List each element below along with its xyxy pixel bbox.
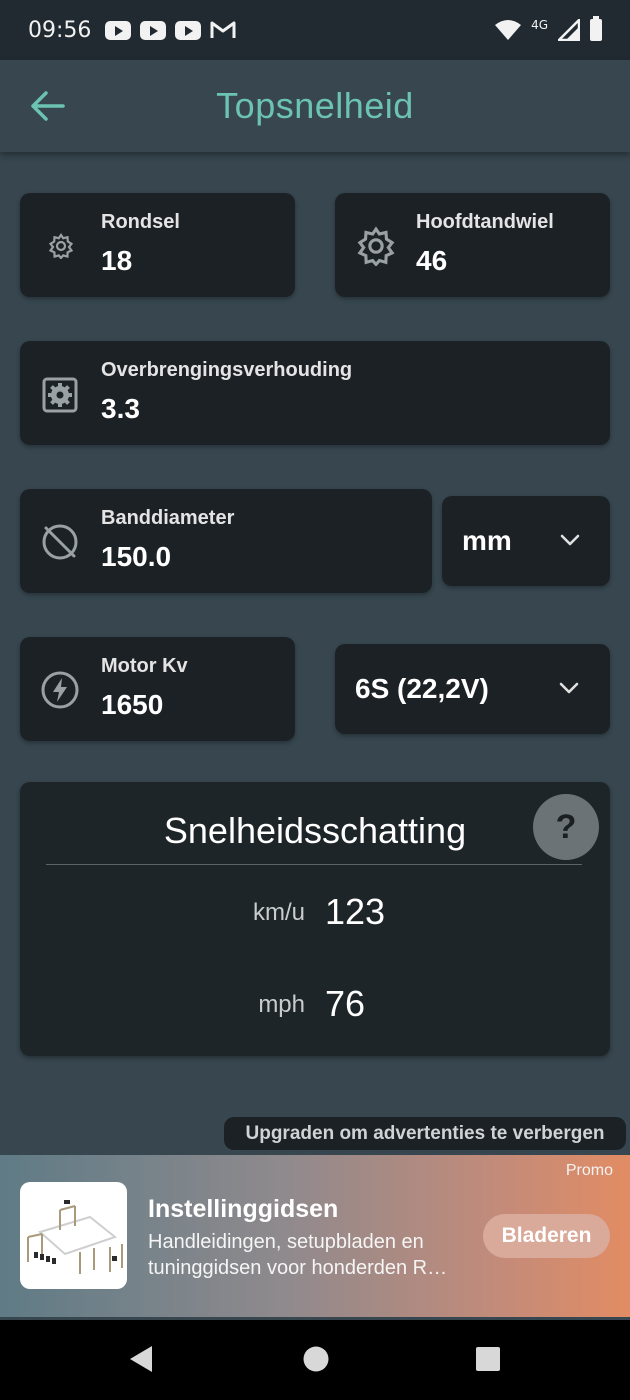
pinion-label: Rondsel: [101, 211, 180, 233]
tire-diameter-value[interactable]: 150.0: [101, 541, 171, 573]
back-button[interactable]: [26, 86, 68, 126]
youtube-icon: [140, 20, 167, 40]
motor-kv-value[interactable]: 1650: [101, 689, 163, 721]
spur-gear-value[interactable]: 46: [416, 245, 447, 277]
status-time: 09:56: [28, 17, 92, 43]
recents-square-icon[interactable]: [475, 1346, 501, 1372]
spur-gear-field[interactable]: Hoofdtandwiel 46: [335, 193, 610, 297]
chevron-down-icon: [560, 534, 580, 546]
signal-icon: [558, 19, 580, 41]
upgrade-remove-ads-button[interactable]: Upgraden om advertenties te verbergen: [224, 1117, 626, 1150]
ad-description-line: Handleidingen, setupbladen en: [148, 1231, 424, 1253]
motor-kv-field[interactable]: Motor Kv 1650: [20, 637, 295, 741]
battery-icon: [590, 16, 602, 41]
youtube-icon: [175, 20, 202, 40]
ad-browse-button[interactable]: Bladeren: [483, 1214, 610, 1258]
back-triangle-icon[interactable]: [128, 1344, 154, 1374]
kmh-value: 123: [325, 891, 386, 932]
app-bar: Topsnelheid: [0, 60, 630, 152]
spur-gear-label: Hoofdtandwiel: [416, 211, 554, 233]
youtube-icon: [105, 20, 132, 40]
ad-title[interactable]: Instellinggidsen: [148, 1195, 338, 1224]
gear-icon: [357, 226, 395, 266]
ad-banner[interactable]: Promo Instellinggidsen Handleidingen, se…: [0, 1155, 630, 1317]
mph-unit: mph: [258, 991, 305, 1018]
chevron-down-icon: [559, 682, 579, 694]
page-title: Topsnelheid: [216, 85, 414, 126]
divider: [46, 864, 582, 865]
chassis-setup-illustration-icon: [27, 1200, 123, 1274]
pinion-value[interactable]: 18: [101, 245, 132, 277]
battery-dropdown[interactable]: 6S (22,2V): [335, 644, 610, 734]
promo-badge: Promo: [565, 1162, 613, 1179]
tire-diameter-label: Banddiameter: [101, 507, 235, 529]
arrow-left-icon: [31, 91, 65, 121]
home-circle-icon[interactable]: [302, 1345, 330, 1373]
tire-diameter-field[interactable]: Banddiameter 150.0: [20, 489, 432, 593]
pinion-field[interactable]: Rondsel 18: [20, 193, 295, 297]
network-type-label: 4G: [531, 18, 548, 32]
speed-estimate-title: Snelheidsschatting: [163, 810, 467, 851]
gear-small-icon: [48, 233, 74, 259]
motor-kv-label: Motor Kv: [101, 655, 188, 677]
ad-description: Handleidingen, setupbladen en tuninggids…: [148, 1229, 468, 1281]
status-bar: 09:56 4G: [0, 0, 630, 60]
tire-unit-dropdown[interactable]: mm: [442, 496, 610, 586]
wifi-icon: [495, 20, 522, 40]
ad-thumbnail[interactable]: [20, 1182, 127, 1289]
battery-value: 6S (22,2V): [355, 673, 489, 704]
gear-ratio-field: Overbrengingsverhouding 3.3: [20, 341, 610, 445]
ad-description-line: tuninggidsen voor honderden R…: [148, 1257, 448, 1279]
gearbox-icon: [42, 377, 78, 413]
mph-value: 76: [325, 983, 366, 1024]
speed-estimate-card: Snelheidsschatting ? km/u 123 mph 76: [20, 782, 610, 1056]
gear-ratio-label: Overbrengingsverhouding: [101, 359, 353, 381]
help-button[interactable]: ?: [533, 794, 599, 860]
notification-icons: [105, 20, 236, 40]
lightning-icon: [41, 671, 79, 709]
tire-unit-value: mm: [462, 525, 512, 556]
kmh-unit: km/u: [252, 899, 305, 926]
gmail-icon: [210, 21, 236, 38]
gear-ratio-value: 3.3: [101, 393, 140, 424]
system-nav-bar: [0, 1320, 630, 1400]
tire-off-icon: [42, 524, 78, 560]
